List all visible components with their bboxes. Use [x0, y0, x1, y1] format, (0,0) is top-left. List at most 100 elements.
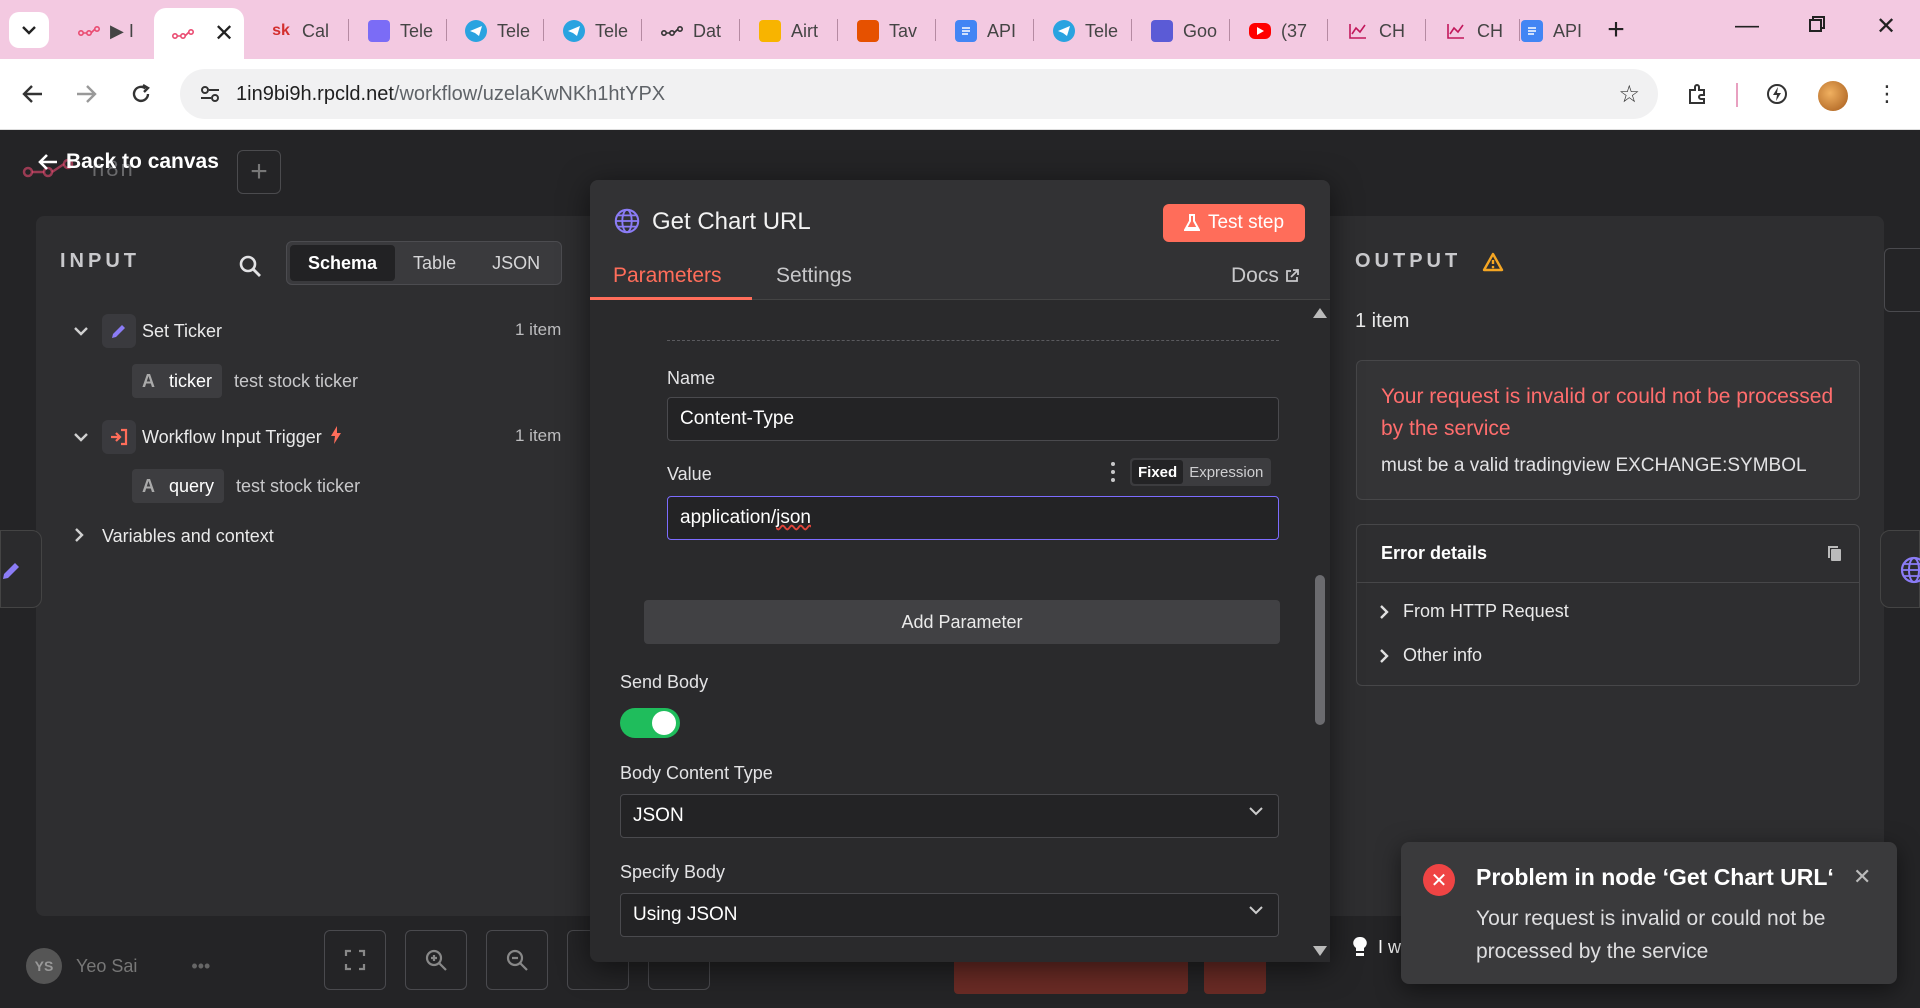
tab-title: Tele	[400, 20, 434, 41]
node-details-modal: Get Chart URL Test step Parameters Setti…	[590, 180, 1330, 962]
chart-icon	[1445, 20, 1467, 42]
browser-tab[interactable]: Tele	[545, 8, 639, 54]
header-name-label: Name	[667, 368, 716, 388]
close-tab-icon[interactable]: ✕	[214, 19, 234, 48]
browser-tab[interactable]: API	[1503, 8, 1593, 54]
chevron-right-icon	[1380, 648, 1389, 663]
bookmark-star-icon[interactable]: ☆	[1618, 80, 1640, 109]
scroll-thumb[interactable]	[1315, 575, 1325, 725]
fixed-expression-switch: Fixed Expression	[1130, 458, 1272, 486]
tab-separator	[348, 19, 349, 41]
schema-field-query[interactable]: A query test stock ticker	[132, 469, 360, 503]
forward-button[interactable]	[69, 77, 103, 111]
details-row-http-request[interactable]: From HTTP Request	[1379, 601, 1569, 622]
error-message-box: Your request is invalid or could not be …	[1356, 360, 1860, 500]
docs-link[interactable]: Docs	[1231, 264, 1299, 288]
header-value-label: Value	[667, 464, 712, 484]
zoom-out-button[interactable]	[486, 930, 548, 990]
browser-tab-bar: ▶ I ✕ sk Cal Tele Tele Tele Dat Airt Tav API Tele Go…	[0, 0, 1920, 59]
input-drag-handle[interactable]	[0, 530, 42, 608]
browser-tab[interactable]: sk Cal	[252, 8, 346, 54]
view-json-option[interactable]: JSON	[474, 245, 558, 281]
extensions-icon[interactable]	[1681, 77, 1715, 111]
specify-body-label: Specify Body	[620, 862, 726, 882]
browser-tab[interactable]: ✕	[154, 8, 244, 59]
item-count: 1 item	[515, 426, 562, 445]
browser-tab[interactable]: Tele	[350, 8, 444, 54]
arrow-left-icon	[38, 154, 57, 170]
mode-expression-option[interactable]: Expression	[1183, 460, 1269, 484]
browser-tab[interactable]: Airt	[741, 8, 835, 54]
browser-tab[interactable]: API	[937, 8, 1031, 54]
options-kebab-icon[interactable]	[1110, 462, 1116, 482]
user-menu[interactable]: YS Yeo Sai •••	[26, 948, 210, 984]
body-content-type-select[interactable]: JSON	[620, 794, 1279, 838]
zoom-in-icon	[425, 949, 447, 971]
profile-avatar[interactable]	[1818, 81, 1848, 111]
tab-settings[interactable]: Settings	[776, 264, 852, 288]
close-icon[interactable]: ✕	[1853, 864, 1871, 890]
browser-menu-icon[interactable]: ⋮	[1870, 77, 1904, 111]
lightbulb-icon	[1353, 936, 1367, 956]
more-icon[interactable]: •••	[191, 956, 210, 977]
header-name-input[interactable]: Content-Type	[667, 397, 1279, 441]
output-drag-handle[interactable]	[1880, 530, 1920, 608]
send-body-toggle[interactable]	[620, 708, 680, 738]
section-divider	[667, 340, 1279, 341]
hint-text: I w	[1378, 936, 1402, 957]
copy-icon[interactable]	[1827, 545, 1843, 568]
docs-icon	[955, 20, 977, 42]
close-window-button[interactable]: ✕	[1866, 12, 1906, 41]
fit-view-button[interactable]	[324, 930, 386, 990]
variables-and-context-row[interactable]: Variables and context	[74, 526, 274, 547]
parameters-scrollbar[interactable]	[1308, 300, 1330, 962]
back-button[interactable]	[16, 77, 50, 111]
chevron-down-icon	[1249, 906, 1263, 915]
restore-button[interactable]	[1797, 12, 1837, 40]
tab-search-button[interactable]	[9, 12, 49, 48]
reload-button[interactable]	[124, 77, 158, 111]
specify-body-select[interactable]: Using JSON	[620, 893, 1279, 937]
header-value-input[interactable]: application/json	[667, 496, 1279, 540]
output-panel: OUTPUT 1 item Your request is invalid or…	[1330, 216, 1884, 916]
new-tab-button[interactable]: +	[1598, 13, 1634, 47]
tab-title: Cal	[302, 20, 330, 41]
input-node-set-ticker[interactable]: Set Ticker	[74, 314, 222, 348]
details-row-other-info[interactable]: Other info	[1379, 645, 1482, 666]
site-info-icon[interactable]	[198, 82, 222, 106]
node-title[interactable]: Get Chart URL	[652, 208, 811, 236]
add-parameter-button[interactable]: Add Parameter	[644, 600, 1280, 644]
minimize-button[interactable]: —	[1727, 12, 1767, 40]
tab-parameters[interactable]: Parameters	[613, 264, 722, 288]
browser-tab[interactable]: (37	[1231, 8, 1325, 54]
mode-fixed-option[interactable]: Fixed	[1132, 460, 1184, 484]
restore-icon	[1809, 16, 1825, 32]
test-step-button[interactable]: Test step	[1163, 204, 1305, 242]
browser-tab[interactable]: Tele	[1035, 8, 1129, 54]
browser-tab[interactable]: ▶ I	[60, 8, 154, 54]
tab-title: API	[1553, 20, 1583, 41]
add-node-button[interactable]: +	[237, 150, 281, 194]
performance-icon[interactable]	[1760, 77, 1794, 111]
browser-tab[interactable]: CH	[1329, 8, 1423, 54]
body-content-type-label: Body Content Type	[620, 763, 773, 783]
url-omnibox[interactable]: 1in9bi9h.rpcld.net/workflow/uzelaKwNKh1h…	[180, 69, 1658, 119]
field-pill: A ticker	[132, 364, 223, 398]
scroll-down-arrow[interactable]	[1313, 946, 1327, 956]
search-icon[interactable]	[238, 254, 264, 280]
scroll-up-arrow[interactable]	[1313, 308, 1327, 318]
input-panel: INPUT Schema Table JSON Set Ticker 1 ite…	[36, 216, 591, 916]
view-schema-option[interactable]: Schema	[290, 245, 396, 281]
schema-field-ticker[interactable]: A ticker test stock ticker	[132, 364, 358, 398]
browser-tab[interactable]: Goo	[1133, 8, 1227, 54]
address-bar: 1in9bi9h.rpcld.net/workflow/uzelaKwNKh1h…	[0, 59, 1920, 130]
back-to-canvas-link[interactable]: Back to canvas	[38, 150, 219, 174]
browser-tab[interactable]: Tele	[447, 8, 541, 54]
view-table-option[interactable]: Table	[395, 245, 474, 281]
browser-tab[interactable]: Tav	[839, 8, 933, 54]
input-node-workflow-trigger[interactable]: Workflow Input Trigger	[74, 420, 342, 454]
error-details-box: Error details From HTTP Request Other in…	[1356, 524, 1860, 686]
zoom-in-button[interactable]	[405, 930, 467, 990]
browser-tab[interactable]: Dat	[643, 8, 737, 54]
tavily-icon	[857, 20, 879, 42]
